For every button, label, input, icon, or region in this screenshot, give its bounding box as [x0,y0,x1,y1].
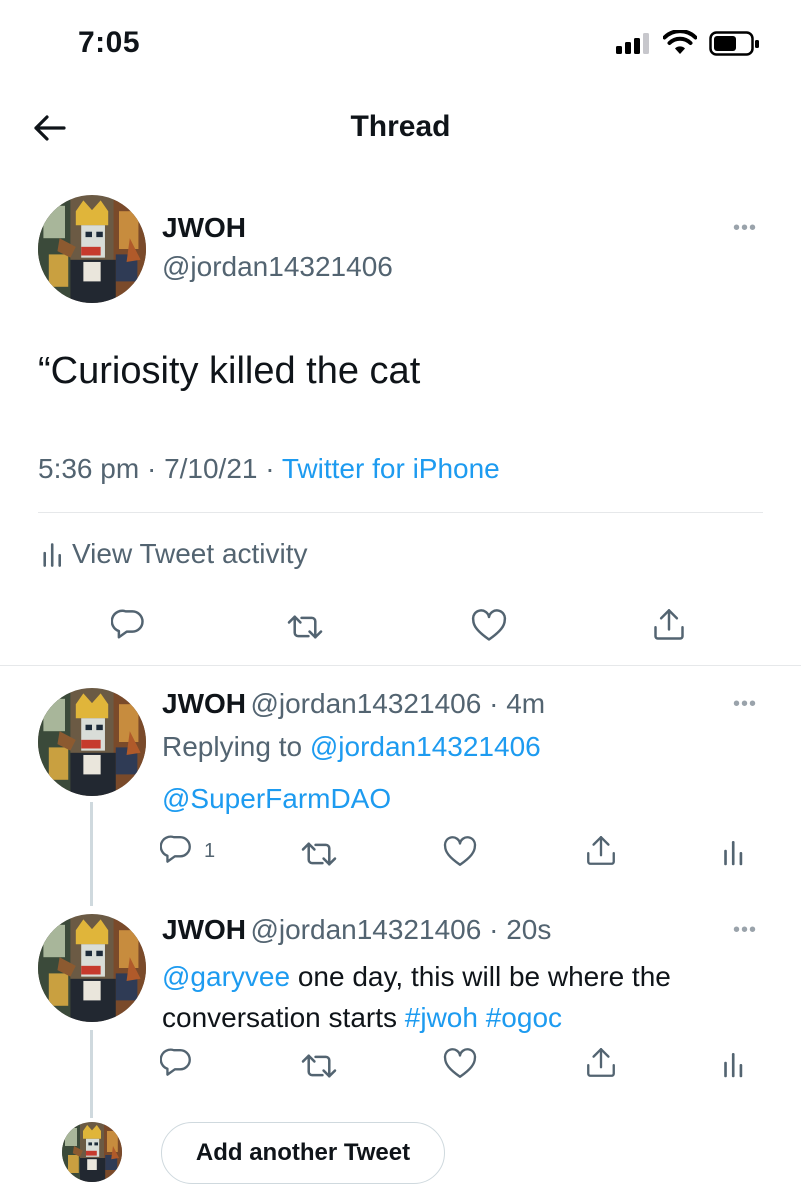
share-icon[interactable] [651,606,687,644]
avatar[interactable] [62,1122,122,1182]
meta-separator: · [481,914,507,945]
tweet-date: 7/10/21 [164,453,258,484]
divider [38,512,763,513]
like-icon[interactable] [443,1048,477,1080]
reply-author-name[interactable]: JWOH [162,688,246,719]
reply-text-part: conversation starts [162,1002,405,1033]
reply-author-name[interactable]: JWOH [162,914,246,945]
tweet-meta: 5:36 pm · 7/10/21 · Twitter for iPhone [38,453,500,485]
reply-author-handle[interactable]: @jordan14321406 [250,914,481,945]
wifi-icon [663,30,697,54]
status-time: 7:05 [78,26,141,59]
avatar[interactable] [38,914,146,1022]
reply-age: 20s [506,914,552,945]
view-activity-label: View Tweet activity [72,538,308,569]
retweet-icon[interactable] [300,838,338,870]
more-icon[interactable]: ••• [733,919,757,942]
page-title: Thread [350,110,451,143]
activity-icon[interactable] [722,1048,744,1080]
reply-author-handle[interactable]: @jordan14321406 [250,688,481,719]
cellular-signal-icon [616,33,649,54]
reply-header: JWOH @jordan14321406 · 4m [162,688,545,720]
meta-separator: · [257,453,282,484]
like-icon[interactable] [443,836,477,868]
divider [0,665,801,666]
more-icon[interactable]: ••• [733,217,757,240]
tweet-time: 5:36 pm [38,453,140,484]
replying-to-label: Replying to [162,731,303,762]
activity-icon[interactable] [722,836,744,868]
reply-count: 1 [204,839,216,862]
more-icon[interactable]: ••• [733,693,757,716]
battery-icon [709,31,759,56]
author-name[interactable]: JWOH [162,212,246,244]
author-handle[interactable]: @jordan14321406 [162,251,393,283]
mention-link[interactable]: @SuperFarmDAO [162,783,391,815]
retweet-icon[interactable] [300,1050,338,1082]
reply-icon[interactable] [111,608,147,644]
reply-icon [160,835,191,863]
share-icon[interactable] [584,1045,618,1081]
hashtag-link[interactable]: #ogoc [486,1002,562,1033]
meta-separator: · [139,453,165,484]
retweet-icon[interactable] [286,611,324,643]
reply-button[interactable]: 1 [160,834,215,868]
view-activity-button[interactable]: View Tweet activity [40,536,308,572]
like-icon[interactable] [471,609,507,643]
mention-link[interactable]: @garyvee [162,961,290,992]
reply-text-part: one day, this will be where the [290,961,671,992]
activity-icon [43,543,61,567]
replying-to: Replying to @jordan14321406 [162,731,541,763]
avatar[interactable] [38,688,146,796]
reply-header: JWOH @jordan14321406 · 20s [162,914,551,946]
meta-separator: · [481,688,507,719]
add-another-tweet-button[interactable]: Add another Tweet [161,1122,445,1184]
tweet-text: “Curiosity killed the cat [38,350,421,392]
avatar[interactable] [38,195,146,303]
share-icon[interactable] [584,833,618,869]
reply-text: @garyvee one day, this will be where the… [162,956,762,1038]
reply-icon[interactable] [160,1047,194,1081]
tweet-source-link[interactable]: Twitter for iPhone [282,453,500,484]
reply-age: 4m [506,688,546,719]
thread-line [90,802,93,906]
replying-to-handle-link[interactable]: @jordan14321406 [310,731,541,762]
thread-line [90,1030,93,1118]
hashtag-link[interactable]: #jwoh [405,1002,478,1033]
